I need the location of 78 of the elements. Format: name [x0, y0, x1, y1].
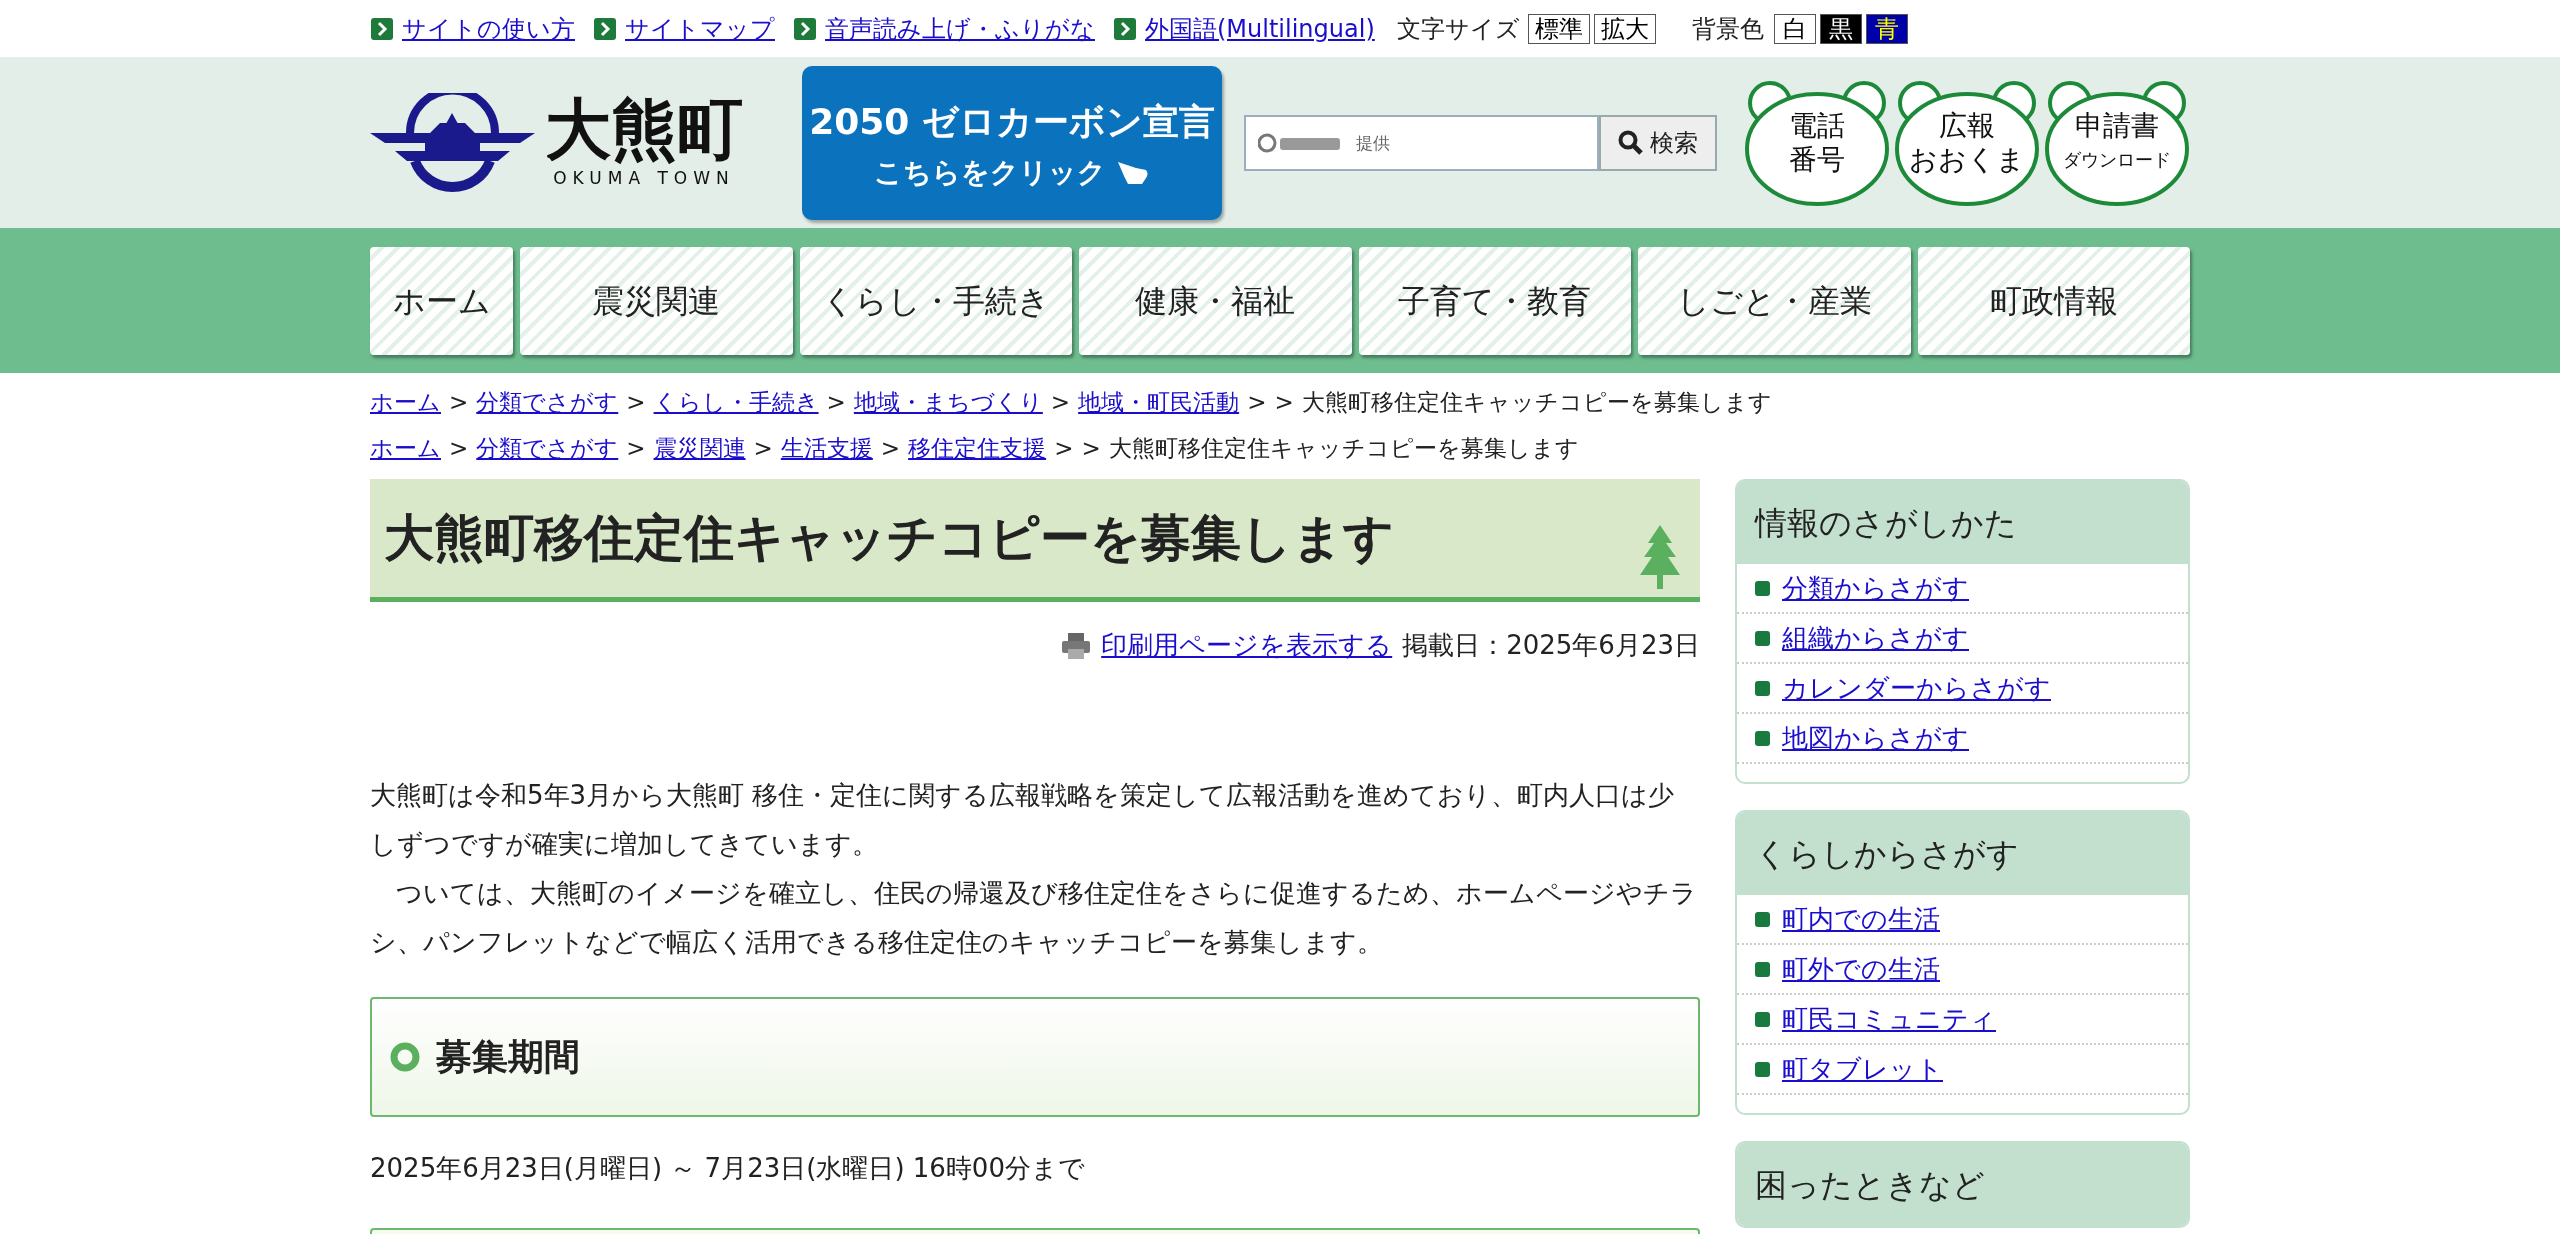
- section-heading: 募集期間: [436, 1035, 580, 1079]
- breadcrumb-separator: >: [626, 388, 646, 417]
- font-size-label: 文字サイズ: [1396, 13, 1520, 45]
- breadcrumb-link[interactable]: 震災関連: [653, 429, 746, 467]
- sidebar-heading: くらしからさがす: [1737, 812, 2188, 895]
- print-page-link[interactable]: 印刷用ページを表示する: [1101, 626, 1393, 665]
- emblem-icon: [370, 92, 535, 193]
- breadcrumb-separator: >: [1054, 434, 1074, 463]
- zero-carbon-banner[interactable]: 2050 ゼロカーボン宣言 こちらをクリック: [802, 65, 1222, 220]
- breadcrumb-link[interactable]: 分類でさがす: [476, 383, 619, 421]
- nav-tab[interactable]: 町政情報: [1917, 246, 2190, 355]
- breadcrumb-link[interactable]: 生活支援: [780, 429, 873, 467]
- sidebar-link[interactable]: 組織からさがす: [1782, 618, 1969, 658]
- utility-link[interactable]: サイトマップ: [625, 10, 775, 47]
- font-size-button[interactable]: 標準: [1527, 13, 1590, 44]
- search-icon: [1618, 129, 1644, 156]
- breadcrumb-link[interactable]: 地域・まちづくり: [853, 383, 1043, 421]
- breadcrumb-separator: >: [1081, 434, 1101, 463]
- breadcrumb-separator: >: [1247, 388, 1267, 417]
- breadcrumb-separator: >: [449, 434, 469, 463]
- nav-tab[interactable]: 震災関連: [520, 246, 793, 355]
- printer-icon: [1061, 631, 1092, 660]
- town-name: 大熊町: [545, 93, 743, 166]
- nav-tab[interactable]: 健康・福祉: [1079, 246, 1352, 355]
- font-size-button[interactable]: 拡大: [1593, 13, 1656, 44]
- sidebar-link[interactable]: 町外での生活: [1782, 949, 1940, 989]
- bullet-icon: [1755, 1011, 1770, 1027]
- bullet-icon: [1755, 630, 1770, 646]
- section-text: 2025年6月23日(月曜日) ～ 7月23日(水曜日) 16時00分まで: [370, 1152, 1086, 1185]
- breadcrumb-current: 大熊町移住定住キャッチコピーを募集します: [1108, 434, 1579, 463]
- ring-icon: [390, 1042, 420, 1072]
- utility-link[interactable]: サイトの使い方: [402, 10, 575, 47]
- breadcrumb-separator: >: [1050, 388, 1071, 417]
- bullet-icon: [1755, 1061, 1770, 1077]
- nav-tab[interactable]: 子育て・教育: [1358, 246, 1631, 355]
- background-color-button[interactable]: 黒: [1819, 13, 1862, 44]
- bullet-icon: [1755, 911, 1770, 927]
- background-color-button[interactable]: 青: [1865, 13, 1908, 44]
- sidebar-link[interactable]: 町内での生活: [1782, 899, 1940, 939]
- page-title: 大熊町移住定住キャッチコピーを募集します: [384, 507, 1394, 569]
- sidebar-heading: 困ったときなど: [1737, 1143, 2188, 1226]
- breadcrumb-separator: >: [626, 434, 646, 463]
- nav-tab[interactable]: くらし・手続き: [799, 246, 1072, 355]
- sidebar-link[interactable]: カレンダーからさがす: [1782, 668, 2051, 708]
- background-color-label: 背景色: [1691, 13, 1764, 45]
- search-field[interactable]: 提供: [1244, 114, 1599, 171]
- breadcrumb-separator: >: [880, 434, 901, 463]
- breadcrumb-link[interactable]: 分類でさがす: [476, 429, 619, 467]
- tree-icon: [1638, 525, 1682, 591]
- breadcrumb-link[interactable]: くらし・手続き: [653, 383, 819, 421]
- bullet-icon: [1755, 961, 1770, 977]
- breadcrumb-current: 大熊町移住定住キャッチコピーを募集します: [1301, 388, 1772, 417]
- body-paragraph: 大熊町は令和5年3月から大熊町 移住・定住に関する広報戦略を策定して広報活動を進めており、町内人口は少しずつですが確実に増加してきています。: [370, 779, 1676, 861]
- sidebar-link[interactable]: 地図からさがす: [1782, 718, 1969, 758]
- utility-link[interactable]: 外国語(Multilingual): [1145, 10, 1375, 47]
- nav-tab[interactable]: しごと・産業: [1638, 246, 1911, 355]
- breadcrumb-separator: >: [449, 388, 469, 417]
- breadcrumb-separator: >: [826, 388, 846, 417]
- sidebar-link[interactable]: 分類からさがす: [1782, 568, 1969, 608]
- sidebar-link[interactable]: 町タブレット: [1782, 1049, 1943, 1089]
- sidebar-link[interactable]: 町民コミュニティ: [1782, 999, 1996, 1039]
- utility-link[interactable]: 音声読み上げ・ふりがな: [825, 10, 1095, 47]
- breadcrumb-link[interactable]: 移住定住支援: [908, 429, 1047, 467]
- breadcrumb-separator: >: [1274, 388, 1294, 417]
- body-paragraph: ついては、大熊町のイメージを確立し、住民の帰還及び移住定住をさらに促進するため、ホームページやチラシ、パンフレットなどで幅広く活用できる移住定住のキャッチコピーを募集します。: [370, 877, 1698, 959]
- bullet-icon: [1755, 730, 1770, 746]
- background-color-button[interactable]: 白: [1773, 13, 1816, 44]
- sidebar-heading: 情報のさがしかた: [1737, 481, 2188, 564]
- town-subtitle: OKUMA TOWN: [553, 166, 735, 190]
- search-button[interactable]: 検索: [1599, 114, 1717, 171]
- breadcrumb-separator: >: [753, 434, 773, 463]
- breadcrumb-link[interactable]: ホーム: [370, 383, 441, 421]
- breadcrumb-link[interactable]: 地域・町民活動: [1078, 383, 1240, 421]
- breadcrumb-link[interactable]: ホーム: [370, 429, 441, 467]
- bullet-icon: [1755, 580, 1770, 596]
- posted-date: 掲載日：2025年6月23日: [1402, 629, 1700, 662]
- nav-tab[interactable]: ホーム: [370, 246, 513, 355]
- bullet-icon: [1755, 680, 1770, 696]
